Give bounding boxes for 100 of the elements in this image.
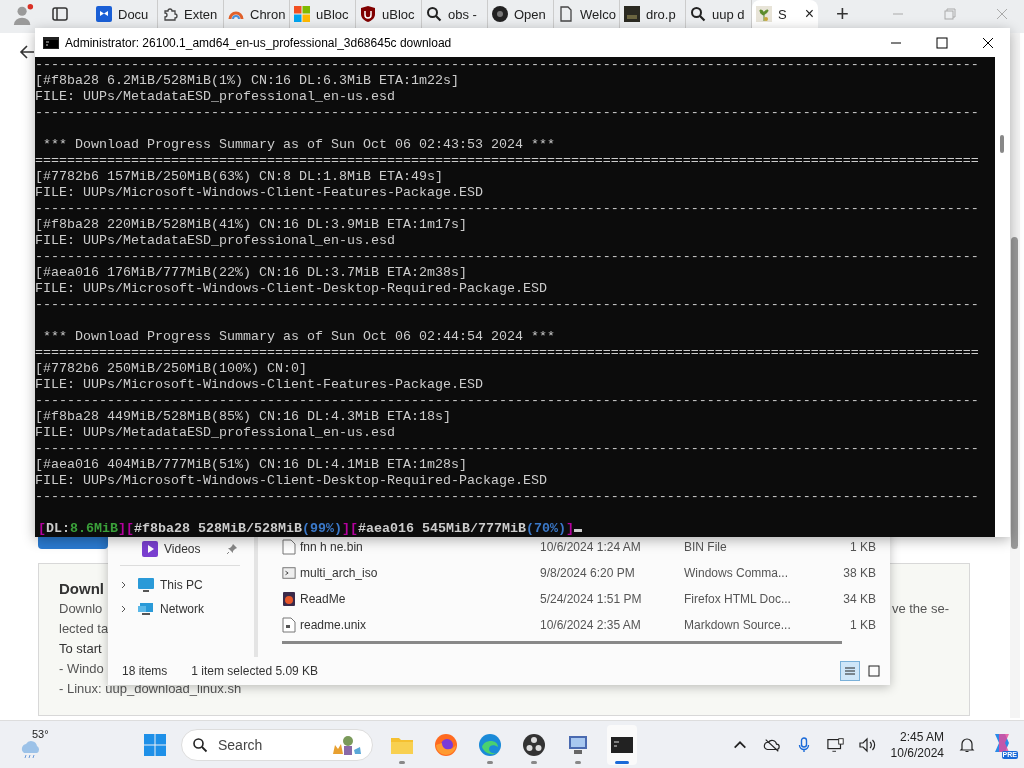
file-type: Markdown Source... xyxy=(684,618,792,632)
profile-avatar-icon[interactable] xyxy=(12,3,34,25)
bell-icon[interactable] xyxy=(958,736,976,753)
fox-browser-icon xyxy=(434,732,458,757)
tab-title: uup d xyxy=(712,6,745,22)
file-icon xyxy=(282,539,296,555)
chevron-icon[interactable] xyxy=(120,581,128,589)
file-date: 9/8/2024 6:20 PM xyxy=(540,566,636,580)
card-heading: Downl xyxy=(59,579,105,597)
console-line: ---------------------------------------------------------------------------------------------------------------------- xyxy=(35,489,980,505)
page-scrollbar[interactable] xyxy=(1010,33,1020,718)
file-row[interactable]: readme.unix 10/6/2024 2:35 AM Markdown Source... 1 KB xyxy=(282,612,876,638)
search-field[interactable]: Search xyxy=(181,728,373,761)
pin-icon[interactable] xyxy=(226,543,238,555)
console-line: ---------------------------------------------------------------------------------------------------------------------- xyxy=(35,201,980,217)
file-name: readme.unix xyxy=(300,618,368,632)
network-status-icon[interactable] xyxy=(826,736,845,753)
console-line: [#f8ba28 6.2MiB/528MiB(1%) CN:16 DL:6.3MiB ETA:1m22s] xyxy=(35,73,460,89)
file-size: 1 KB xyxy=(849,618,876,632)
browser-tab[interactable]: S × xyxy=(752,0,818,28)
console-line: FILE: UUPs/MetadataESD_professional_en-us.esd xyxy=(35,233,396,249)
details-view-button[interactable] xyxy=(840,661,860,681)
file-type: Firefox HTML Doc... xyxy=(684,592,792,606)
file-date: 5/24/2024 1:51 PM xyxy=(540,592,643,606)
search-icon xyxy=(690,6,706,22)
console-line: *** Download Progress Summary as of Sun Oct 06 02:43:53 2024 *** xyxy=(42,137,556,153)
console-line: *** Download Progress Summary as of Sun Oct 06 02:44:54 2024 *** xyxy=(42,329,556,345)
console-line: FILE: UUPs/Microsoft-Windows-Client-Desktop-Required-Package.ESD xyxy=(35,473,548,489)
speaker-icon[interactable] xyxy=(858,736,877,753)
nav-item[interactable]: Videos xyxy=(108,537,254,561)
record-app-icon xyxy=(522,732,546,757)
tab-title: S xyxy=(778,6,787,22)
tab-title: Chron xyxy=(250,6,286,22)
list-icon xyxy=(844,665,856,677)
file-type: Windows Comma... xyxy=(684,566,790,580)
close-icon[interactable] xyxy=(982,36,994,49)
nav-item[interactable]: Network xyxy=(108,597,254,621)
puzzle-icon xyxy=(162,6,178,22)
console-line: ---------------------------------------------------------------------------------------------------------------------- xyxy=(35,57,980,73)
step-text: - Linux: uup_download_linux.sh xyxy=(59,680,243,696)
card-text: Downlo xyxy=(59,600,104,616)
horizontal-scrollbar[interactable] xyxy=(282,641,842,644)
console-line: FILE: UUPs/MetadataESD_professional_en-us.esd xyxy=(35,89,396,105)
selection-info: 1 item selected 5.09 KB xyxy=(191,664,319,678)
file-size: 38 KB xyxy=(842,566,876,580)
circle-logo-icon xyxy=(492,6,508,22)
text-file-icon xyxy=(282,617,296,633)
close-tab-button[interactable]: × xyxy=(804,5,814,23)
script-file-icon xyxy=(282,565,296,581)
tab-title: uBloc xyxy=(316,6,349,22)
file-row[interactable]: ReadMe 5/24/2024 1:51 PM Firefox HTML Doc... 34 KB xyxy=(282,586,876,612)
console-line: ---------------------------------------------------------------------------------------------------------------------- xyxy=(35,441,980,457)
console-line: ====================================================================================================================== xyxy=(35,345,980,361)
card-text: lected ta xyxy=(59,620,110,636)
maximize-icon[interactable] xyxy=(936,36,948,49)
tab-title: Welco xyxy=(580,6,616,22)
shield-icon xyxy=(360,6,376,22)
console-line: [#aea016 176MiB/777MiB(22%) CN:16 DL:3.7MiB ETA:2m38s] xyxy=(35,265,468,281)
plant-icon xyxy=(756,6,772,22)
console-line: ---------------------------------------------------------------------------------------------------------------------- xyxy=(35,105,980,121)
weather-widget[interactable]: 53° xyxy=(18,728,58,761)
taskbar-app[interactable] xyxy=(607,724,637,765)
temperature: 53° xyxy=(32,727,49,740)
html-file-icon xyxy=(282,591,296,607)
file-size: 1 KB xyxy=(849,540,876,554)
back-arrow-icon[interactable] xyxy=(19,44,35,60)
wave-browser-icon xyxy=(478,732,502,757)
console-line: ---------------------------------------------------------------------------------------------------------------------- xyxy=(35,393,980,409)
clock-time: 2:45 AM xyxy=(899,728,944,745)
cloud-off-icon[interactable] xyxy=(762,736,781,753)
file-name: fnn h ne.bin xyxy=(300,540,364,554)
console-line: FILE: UUPs/Microsoft-Windows-Client-Desktop-Required-Package.ESD xyxy=(35,281,548,297)
tab-title: Open xyxy=(514,6,546,22)
console-status-line: [DL:8.6MiB][#f8ba28 528MiB/528MiB(99%)][#aea016 545MiB/777MiB(70%)] xyxy=(35,521,995,537)
clock[interactable]: 2:45 AM 10/6/2024 xyxy=(890,728,944,761)
tab-title: Exten xyxy=(184,6,218,22)
nav-label: Network xyxy=(160,602,204,616)
nav-item[interactable]: This PC xyxy=(108,573,254,597)
file-type: BIN File xyxy=(684,540,728,554)
file-name: ReadMe xyxy=(300,592,347,606)
window-title: Administrator: 26100.1_amd64_en-us_professional_3d68645c download xyxy=(65,35,452,50)
search-icon xyxy=(192,736,208,753)
file-date: 10/6/2024 2:35 AM xyxy=(540,618,642,632)
console-line: ---------------------------------------------------------------------------------------------------------------------- xyxy=(35,249,980,265)
console-line: FILE: UUPs/MetadataESD_professional_en-us.esd xyxy=(35,425,396,441)
new-tab-button[interactable]: + xyxy=(836,1,849,27)
search-icon xyxy=(426,6,442,22)
file-row[interactable]: multi_arch_iso 9/8/2024 6:20 PM Windows Comma... 38 KB xyxy=(282,560,876,586)
file-size: 34 KB xyxy=(842,592,876,606)
file-row[interactable]: fnn h ne.bin 10/6/2024 1:24 AM BIN File 1 KB xyxy=(282,534,876,560)
start-icon[interactable] xyxy=(143,732,167,757)
tab-list-icon[interactable] xyxy=(52,6,68,22)
network-icon xyxy=(138,601,154,617)
tab-title: uBloc xyxy=(382,6,415,22)
console-scrollbar[interactable] xyxy=(995,57,1010,537)
step-text: - Windo xyxy=(59,660,105,676)
tab-title: Docu xyxy=(118,6,149,22)
console-line: [#7782b6 157MiB/250MiB(63%) CN:8 DL:1.8MiB ETA:49s] xyxy=(35,169,444,185)
console-icon xyxy=(43,36,59,49)
chevron-icon[interactable] xyxy=(120,605,128,613)
